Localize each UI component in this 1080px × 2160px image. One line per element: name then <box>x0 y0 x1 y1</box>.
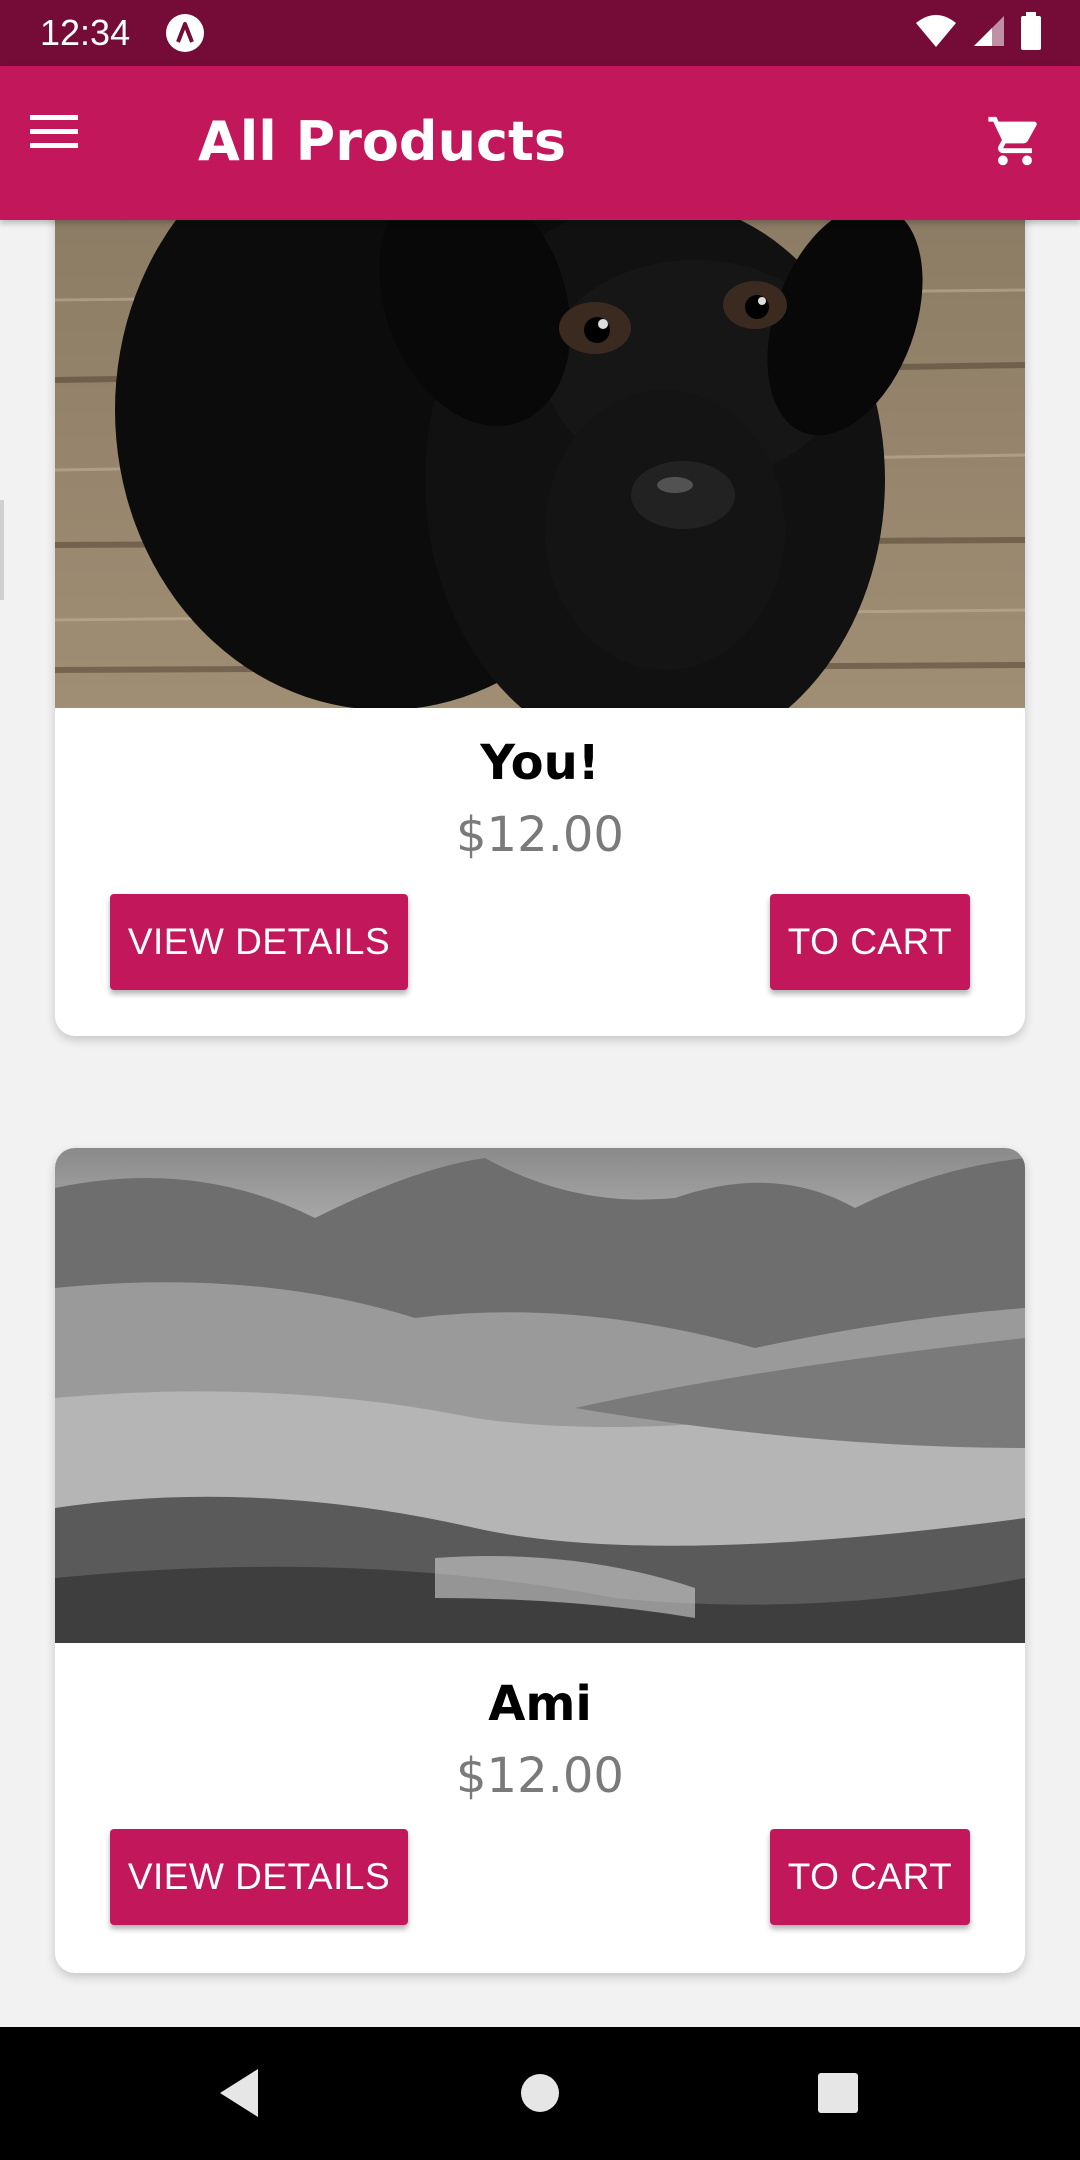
wifi-icon <box>914 13 958 54</box>
battery-icon <box>1020 11 1042 55</box>
to-cart-button[interactable]: TO CART <box>770 1829 970 1925</box>
view-details-button[interactable]: VIEW DETAILS <box>110 1829 408 1925</box>
product-price: $12.00 <box>456 1748 624 1804</box>
menu-icon[interactable] <box>28 106 80 158</box>
page-title: All Products <box>198 110 566 173</box>
cellular-signal-icon <box>972 14 1006 53</box>
to-cart-button[interactable]: TO CART <box>770 894 970 990</box>
product-name: Ami <box>488 1676 592 1732</box>
system-nav-bar <box>0 2027 1080 2160</box>
app-bar: All Products <box>0 66 1080 220</box>
home-icon[interactable] <box>510 2063 570 2123</box>
drawer-edge-handle[interactable] <box>0 500 4 600</box>
app-notification-icon <box>165 13 205 53</box>
status-icons <box>914 11 1042 55</box>
status-time: 12:34 <box>40 12 131 53</box>
product-card: Ami $12.00 VIEW DETAILS TO CART <box>55 1148 1025 1973</box>
back-icon[interactable] <box>210 2063 270 2123</box>
black-puppy-photo <box>55 150 1025 708</box>
status-bar: 12:34 <box>0 0 1080 66</box>
view-details-button[interactable]: VIEW DETAILS <box>110 894 408 990</box>
recents-icon[interactable] <box>808 2063 868 2123</box>
shopping-cart-icon[interactable] <box>986 112 1044 170</box>
product-card: You! $12.00 VIEW DETAILS TO CART <box>55 150 1025 1036</box>
product-name: You! <box>480 735 600 791</box>
product-price: $12.00 <box>456 807 624 863</box>
mountain-landscape-photo <box>55 1148 1025 1643</box>
